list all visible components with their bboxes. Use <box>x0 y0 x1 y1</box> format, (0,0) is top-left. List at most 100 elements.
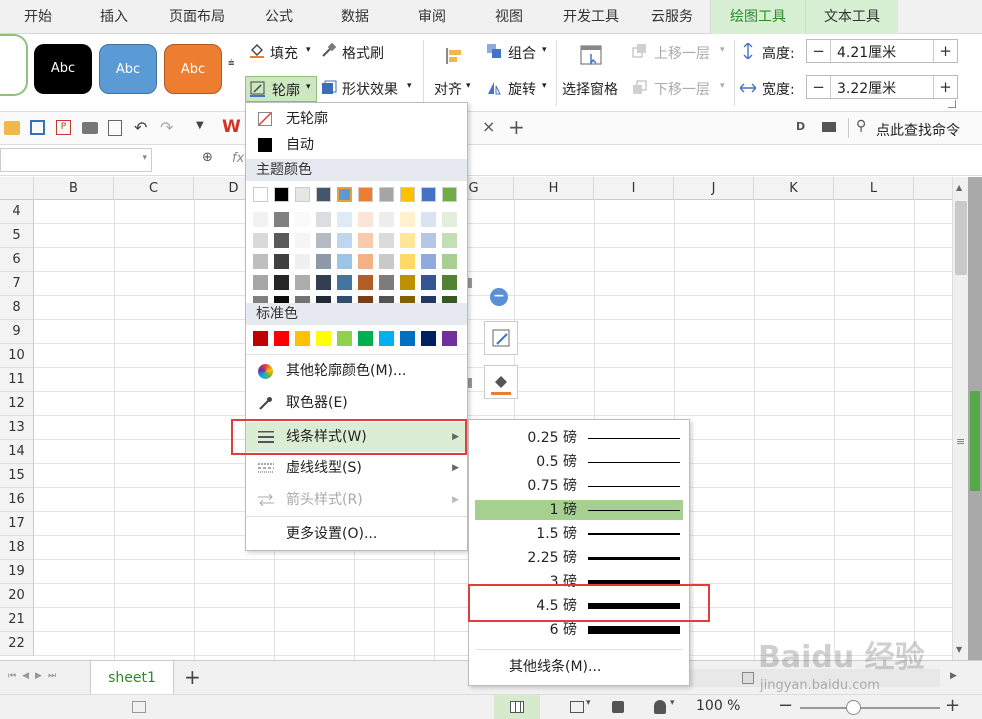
theme-shade-swatch[interactable] <box>379 212 394 227</box>
width-decrement-button[interactable]: − <box>807 76 831 98</box>
theme-shade-swatch[interactable] <box>316 233 331 248</box>
theme-shade-swatch[interactable] <box>442 212 457 227</box>
zoom-out-icon[interactable]: − <box>778 695 793 716</box>
scroll-right-icon[interactable]: ▶ <box>950 671 957 681</box>
comment-icon[interactable] <box>822 122 836 132</box>
line-weight-option[interactable]: 6 磅 <box>475 620 683 640</box>
theme-shade-swatch[interactable] <box>421 275 436 290</box>
normal-view-button[interactable] <box>494 695 540 719</box>
wps-logo-icon[interactable]: W <box>222 117 241 137</box>
page-layout-view-icon[interactable] <box>570 701 584 713</box>
function-icon[interactable]: fx <box>232 151 244 166</box>
row-header[interactable]: 18 <box>0 536 34 560</box>
theme-shade-swatch[interactable] <box>337 275 352 290</box>
print-icon[interactable] <box>82 122 98 134</box>
theme-color-swatch[interactable] <box>358 187 373 202</box>
menu-item-more-settings[interactable]: 更多设置(O)... <box>246 520 467 548</box>
theme-shade-swatch[interactable] <box>274 233 289 248</box>
column-header[interactable]: I <box>594 177 674 200</box>
height-decrement-button[interactable]: − <box>807 40 831 62</box>
style-gallery-more-icon[interactable]: ⩧ <box>228 56 240 76</box>
theme-shade-swatch[interactable] <box>253 212 268 227</box>
row-header[interactable]: 7 <box>0 272 34 296</box>
tab-insert[interactable]: 插入 <box>76 0 152 34</box>
zoom-slider-thumb[interactable] <box>846 700 861 715</box>
tab-home[interactable]: 开始 <box>0 0 76 34</box>
zoom-slider-track[interactable] <box>800 707 940 709</box>
row-header[interactable]: 17 <box>0 512 34 536</box>
sheet-tab[interactable]: sheet1 <box>90 661 174 695</box>
width-value[interactable]: 3.22厘米 <box>837 78 896 98</box>
standard-color-swatch[interactable] <box>400 331 415 346</box>
standard-color-swatch[interactable] <box>316 331 331 346</box>
theme-color-swatch[interactable] <box>274 187 289 202</box>
bring-forward-button[interactable]: 上移一层 <box>654 43 710 63</box>
row-header[interactable]: 15 <box>0 464 34 488</box>
formula-input[interactable] <box>470 148 982 172</box>
width-spinner[interactable]: − 3.22厘米 + <box>806 75 958 99</box>
theme-color-swatch[interactable] <box>316 187 331 202</box>
style-preview-partial[interactable] <box>0 34 28 96</box>
theme-shade-swatch[interactable] <box>421 254 436 269</box>
selection-pane-button[interactable]: 选择窗格 <box>562 79 618 99</box>
tab-data[interactable]: 数据 <box>316 0 394 34</box>
column-header[interactable]: B <box>34 177 114 200</box>
split-handle-icon[interactable]: ≡ <box>956 435 965 448</box>
zoom-in-icon[interactable]: + <box>945 695 960 716</box>
row-header[interactable]: 20 <box>0 584 34 608</box>
tab-cloud[interactable]: 云服务 <box>634 0 710 34</box>
align-button[interactable]: 对齐 <box>434 79 462 99</box>
doc-icon[interactable]: D <box>796 120 805 133</box>
add-sheet-icon[interactable]: + <box>184 665 201 689</box>
float-outline-button[interactable] <box>484 321 518 355</box>
theme-shade-swatch[interactable] <box>295 275 310 290</box>
standard-color-swatch[interactable] <box>295 331 310 346</box>
theme-shade-swatch[interactable] <box>379 254 394 269</box>
search-icon[interactable]: ⚲ <box>856 118 866 134</box>
scroll-down-icon[interactable]: ▼ <box>956 645 962 654</box>
page-break-view-icon[interactable] <box>612 701 624 713</box>
height-spinner[interactable]: − 4.21厘米 + <box>806 39 958 63</box>
theme-shade-swatch[interactable] <box>316 275 331 290</box>
line-weight-option[interactable]: 1.5 磅 <box>475 524 683 544</box>
theme-shade-swatch[interactable] <box>421 212 436 227</box>
theme-shade-swatch[interactable] <box>316 254 331 269</box>
shape-style-blue[interactable]: Abc <box>99 44 157 94</box>
theme-shade-swatch[interactable] <box>274 212 289 227</box>
select-all-corner[interactable] <box>0 177 34 200</box>
menu-item-arrow-style[interactable]: 箭头样式(R) ▶ <box>246 486 467 514</box>
undo-icon[interactable]: ↶ <box>134 118 147 137</box>
standard-color-swatch[interactable] <box>337 331 352 346</box>
tab-view[interactable]: 视图 <box>470 0 548 34</box>
standard-color-swatch[interactable] <box>442 331 457 346</box>
theme-shade-swatch[interactable] <box>358 254 373 269</box>
width-increment-button[interactable]: + <box>933 76 957 98</box>
standard-color-swatch[interactable] <box>358 331 373 346</box>
row-header[interactable]: 14 <box>0 440 34 464</box>
shape-handle[interactable] <box>468 278 472 288</box>
shape-effect-button[interactable]: 形状效果 <box>342 79 398 99</box>
outline-button[interactable]: 轮廓 ▾ <box>245 76 317 102</box>
row-header[interactable]: 19 <box>0 560 34 584</box>
float-fill-button[interactable] <box>484 365 518 399</box>
standard-color-swatch[interactable] <box>421 331 436 346</box>
theme-color-swatch[interactable] <box>379 187 394 202</box>
menu-item-no-outline[interactable]: 无轮廓 <box>246 105 467 133</box>
send-backward-dropdown-icon[interactable]: ▾ <box>720 81 725 91</box>
shape-style-black[interactable]: Abc <box>34 44 92 94</box>
fill-dropdown-icon[interactable]: ▾ <box>306 45 311 55</box>
theme-shade-swatch[interactable] <box>253 233 268 248</box>
row-header[interactable]: 8 <box>0 296 34 320</box>
theme-color-swatch[interactable] <box>442 187 457 202</box>
theme-shade-swatch[interactable] <box>400 254 415 269</box>
theme-shade-swatch[interactable] <box>337 212 352 227</box>
row-header[interactable]: 12 <box>0 392 34 416</box>
standard-color-swatch[interactable] <box>274 331 289 346</box>
new-tab-icon[interactable]: + <box>508 115 525 139</box>
column-header[interactable]: J <box>674 177 754 200</box>
shape-handle[interactable] <box>468 378 472 388</box>
theme-color-swatch[interactable] <box>337 187 352 202</box>
theme-shade-swatch[interactable] <box>379 233 394 248</box>
row-header[interactable]: 11 <box>0 368 34 392</box>
eye-protection-icon[interactable] <box>654 700 666 714</box>
